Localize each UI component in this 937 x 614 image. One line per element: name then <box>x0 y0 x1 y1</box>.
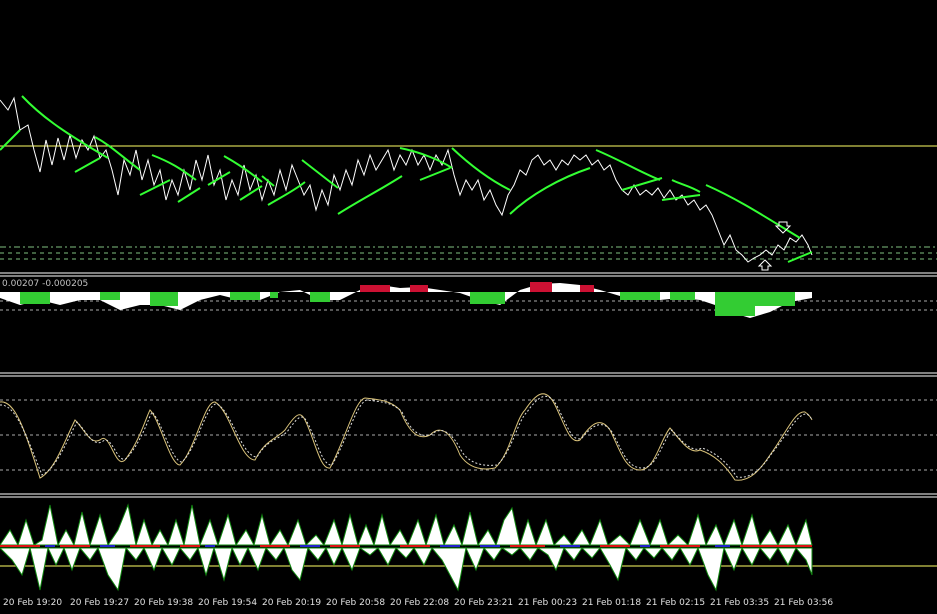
oscillator-signal-line <box>0 395 813 478</box>
time-axis-label: 20 Feb 20:58 <box>326 598 386 608</box>
time-axis-label: 20 Feb 22:08 <box>390 598 450 608</box>
chart-canvas[interactable] <box>0 0 937 614</box>
volume-spikes-up <box>0 503 813 547</box>
volume-spikes-down <box>0 546 813 592</box>
time-axis-label: 21 Feb 02:15 <box>646 598 706 608</box>
time-axis-label: 21 Feb 03:35 <box>710 598 770 608</box>
time-axis: 20 Feb 19:20 20 Feb 19:27 20 Feb 19:38 2… <box>0 596 937 614</box>
time-axis-label: 20 Feb 23:21 <box>454 598 514 608</box>
volume-panel[interactable] <box>0 503 937 592</box>
time-axis-label: 21 Feb 00:23 <box>518 598 578 608</box>
up-arrow-icon <box>757 259 773 271</box>
time-axis-label: 20 Feb 19:27 <box>70 598 130 608</box>
time-axis-label: 20 Feb 19:54 <box>198 598 258 608</box>
price-panel[interactable] <box>0 95 937 271</box>
oscillator-main-line <box>0 393 813 481</box>
oscillator-panel[interactable] <box>0 393 937 481</box>
time-axis-label: 20 Feb 19:38 <box>134 598 194 608</box>
time-axis-label: 20 Feb 19:20 <box>3 598 63 608</box>
indicator-value-label: 0.00207 -0.000205 <box>2 279 89 289</box>
time-axis-label: 20 Feb 20:19 <box>262 598 322 608</box>
histogram-panel[interactable] <box>0 282 937 318</box>
time-axis-label: 21 Feb 01:18 <box>582 598 642 608</box>
trend-lines <box>0 95 813 263</box>
time-axis-label: 21 Feb 03:56 <box>774 598 834 608</box>
price-series <box>0 96 813 263</box>
trading-chart-window: 0.00207 -0.000205 20 Feb 19:20 20 Feb 19… <box>0 0 937 614</box>
